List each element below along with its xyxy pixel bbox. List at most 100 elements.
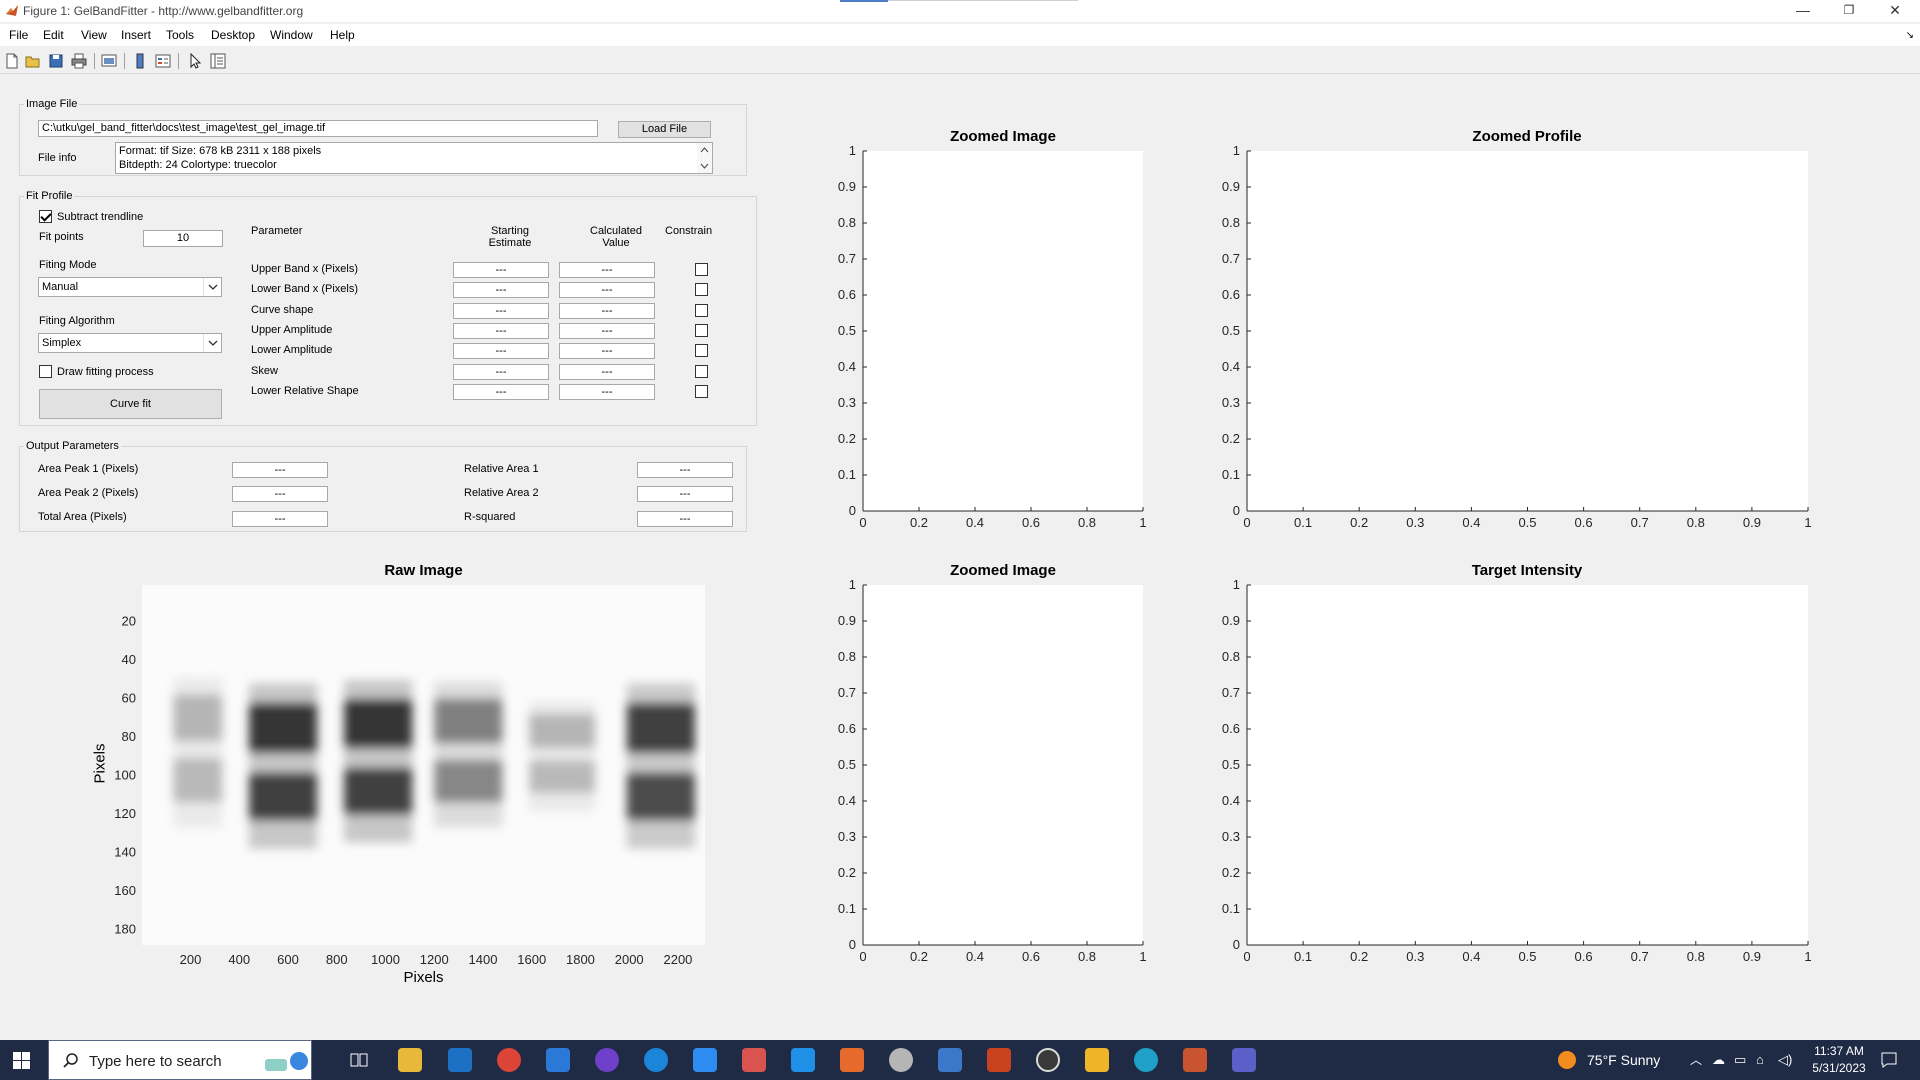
vscode-icon[interactable] xyxy=(791,1048,815,1072)
print-icon[interactable] xyxy=(70,52,88,70)
todo-icon[interactable] xyxy=(546,1048,570,1072)
constrain-checkbox[interactable] xyxy=(695,283,708,296)
menu-desktop[interactable]: Desktop xyxy=(211,28,255,42)
x-tick-label: 0.7 xyxy=(1631,949,1649,964)
y-tick-label: 0.7 xyxy=(1222,685,1240,700)
starting-estimate-input[interactable]: --- xyxy=(453,343,549,359)
menu-file[interactable]: File xyxy=(9,28,28,42)
x-tick-label: 1600 xyxy=(517,952,546,967)
powerpoint-icon[interactable] xyxy=(987,1048,1011,1072)
taskbar-search[interactable]: Type here to search xyxy=(48,1040,312,1080)
menu-insert[interactable]: Insert xyxy=(121,28,151,42)
file-path-input[interactable]: C:\utku\gel_band_fitter\docs\test_image\… xyxy=(38,120,598,137)
fitting-mode-select[interactable]: Manual xyxy=(38,277,222,297)
target-intensity-axes[interactable] xyxy=(1247,585,1808,945)
starting-estimate-input[interactable]: --- xyxy=(453,262,549,278)
constrain-checkbox[interactable] xyxy=(695,263,708,276)
property-editor-icon[interactable] xyxy=(209,52,227,70)
legend-icon[interactable] xyxy=(154,52,172,70)
constrain-checkbox[interactable] xyxy=(695,344,708,357)
constrain-checkbox[interactable] xyxy=(695,385,708,398)
menu-view[interactable]: View xyxy=(81,28,107,42)
x-tick-label: 2000 xyxy=(615,952,644,967)
title-accent-line xyxy=(888,0,1078,1)
clock-time[interactable]: 11:37 AM xyxy=(1808,1044,1870,1058)
constrain-checkbox[interactable] xyxy=(695,365,708,378)
link-plot-icon[interactable] xyxy=(100,52,118,70)
teams-icon[interactable] xyxy=(1232,1048,1256,1072)
x-tick-label: 0.2 xyxy=(1350,949,1368,964)
close-button[interactable]: ✕ xyxy=(1872,0,1918,22)
raw-gel-image[interactable] xyxy=(142,585,705,945)
y-tick-label: 0.6 xyxy=(838,721,856,736)
menu-window[interactable]: Window xyxy=(270,28,313,42)
menu-edit[interactable]: Edit xyxy=(43,28,64,42)
fit-points-input[interactable]: 10 xyxy=(143,230,223,247)
edge-icon[interactable] xyxy=(1134,1048,1158,1072)
menu-tools[interactable]: Tools xyxy=(166,28,194,42)
curve-fit-button[interactable]: Curve fit xyxy=(39,389,222,419)
zotero-icon[interactable] xyxy=(693,1048,717,1072)
tray-chevron-icon[interactable]: ︿ xyxy=(1690,1051,1702,1068)
zoomed-image-bottom-axes[interactable] xyxy=(863,585,1143,945)
weather-text[interactable]: 75°F Sunny xyxy=(1587,1052,1660,1068)
y-tick-label: 80 xyxy=(122,729,136,744)
x-tick-label: 2200 xyxy=(663,952,692,967)
app-icon[interactable] xyxy=(889,1048,913,1072)
constrain-checkbox[interactable] xyxy=(695,324,708,337)
matlab-figure-icon[interactable] xyxy=(1183,1048,1207,1072)
starting-estimate-input[interactable]: --- xyxy=(453,384,549,400)
photos-icon[interactable] xyxy=(938,1048,962,1072)
area-peak2-label: Area Peak 2 (Pixels) xyxy=(38,487,139,499)
app-icon[interactable] xyxy=(1085,1048,1109,1072)
media-player-icon[interactable] xyxy=(1036,1048,1060,1072)
open-file-icon[interactable] xyxy=(24,52,42,70)
onedrive-icon[interactable]: ☁ xyxy=(1712,1052,1725,1068)
starting-estimate-input[interactable]: --- xyxy=(453,303,549,319)
starting-estimate-input[interactable]: --- xyxy=(453,282,549,298)
x-tick-label: 0.6 xyxy=(1022,949,1040,964)
x-tick-label: 0.6 xyxy=(1575,949,1593,964)
starting-estimate-input[interactable]: --- xyxy=(453,364,549,380)
draw-fitting-process-checkbox[interactable] xyxy=(39,365,52,378)
matlab-app-icon[interactable] xyxy=(840,1048,864,1072)
file-explorer-icon[interactable] xyxy=(398,1048,422,1072)
volume-icon[interactable]: ◁) xyxy=(1778,1052,1792,1068)
load-file-button[interactable]: Load File xyxy=(618,121,711,138)
app-icon[interactable] xyxy=(742,1048,766,1072)
starting-estimate-input[interactable]: --- xyxy=(453,323,549,339)
zoomed-image-top-axes[interactable] xyxy=(863,151,1143,511)
zoomed-profile-axes[interactable] xyxy=(1247,151,1808,511)
minimize-button[interactable]: — xyxy=(1780,0,1826,22)
save-icon[interactable] xyxy=(47,52,65,70)
github-icon[interactable] xyxy=(595,1048,619,1072)
windows-start-icon[interactable] xyxy=(13,1052,30,1069)
file-info-scrollbar[interactable] xyxy=(697,143,712,173)
task-view-icon[interactable] xyxy=(350,1051,368,1069)
new-figure-icon[interactable] xyxy=(3,52,21,70)
x-tick-label: 0.1 xyxy=(1294,515,1312,530)
clock-date[interactable]: 5/31/2023 xyxy=(1808,1061,1870,1075)
y-tick-label: 1 xyxy=(1233,143,1240,158)
network-icon[interactable]: ⌂ xyxy=(1756,1052,1764,1067)
fitting-algorithm-select[interactable]: Simplex xyxy=(38,333,222,353)
constrain-checkbox[interactable] xyxy=(695,304,708,317)
maximize-button[interactable]: ❐ xyxy=(1826,0,1872,22)
gel-band-upper xyxy=(248,772,318,821)
pointer-icon[interactable] xyxy=(186,52,204,70)
x-tick-label: 0.3 xyxy=(1406,949,1424,964)
chrome-icon[interactable] xyxy=(497,1048,521,1072)
y-tick-label: 0.2 xyxy=(1222,431,1240,446)
y-tick-label: 0.2 xyxy=(838,431,856,446)
dock-arrow-icon[interactable]: ↘ xyxy=(1906,30,1914,41)
outlook-icon[interactable] xyxy=(448,1048,472,1072)
area-peak1-field: --- xyxy=(232,462,328,478)
colorbar-icon[interactable] xyxy=(131,52,149,70)
menu-help[interactable]: Help xyxy=(330,28,355,42)
subtract-trendline-checkbox[interactable] xyxy=(39,210,52,223)
gel-band-upper xyxy=(434,759,503,803)
battery-icon[interactable]: ▭ xyxy=(1734,1052,1746,1068)
notification-icon[interactable] xyxy=(1880,1051,1898,1069)
ie-icon[interactable] xyxy=(644,1048,668,1072)
y-tick-label: 140 xyxy=(114,845,136,860)
